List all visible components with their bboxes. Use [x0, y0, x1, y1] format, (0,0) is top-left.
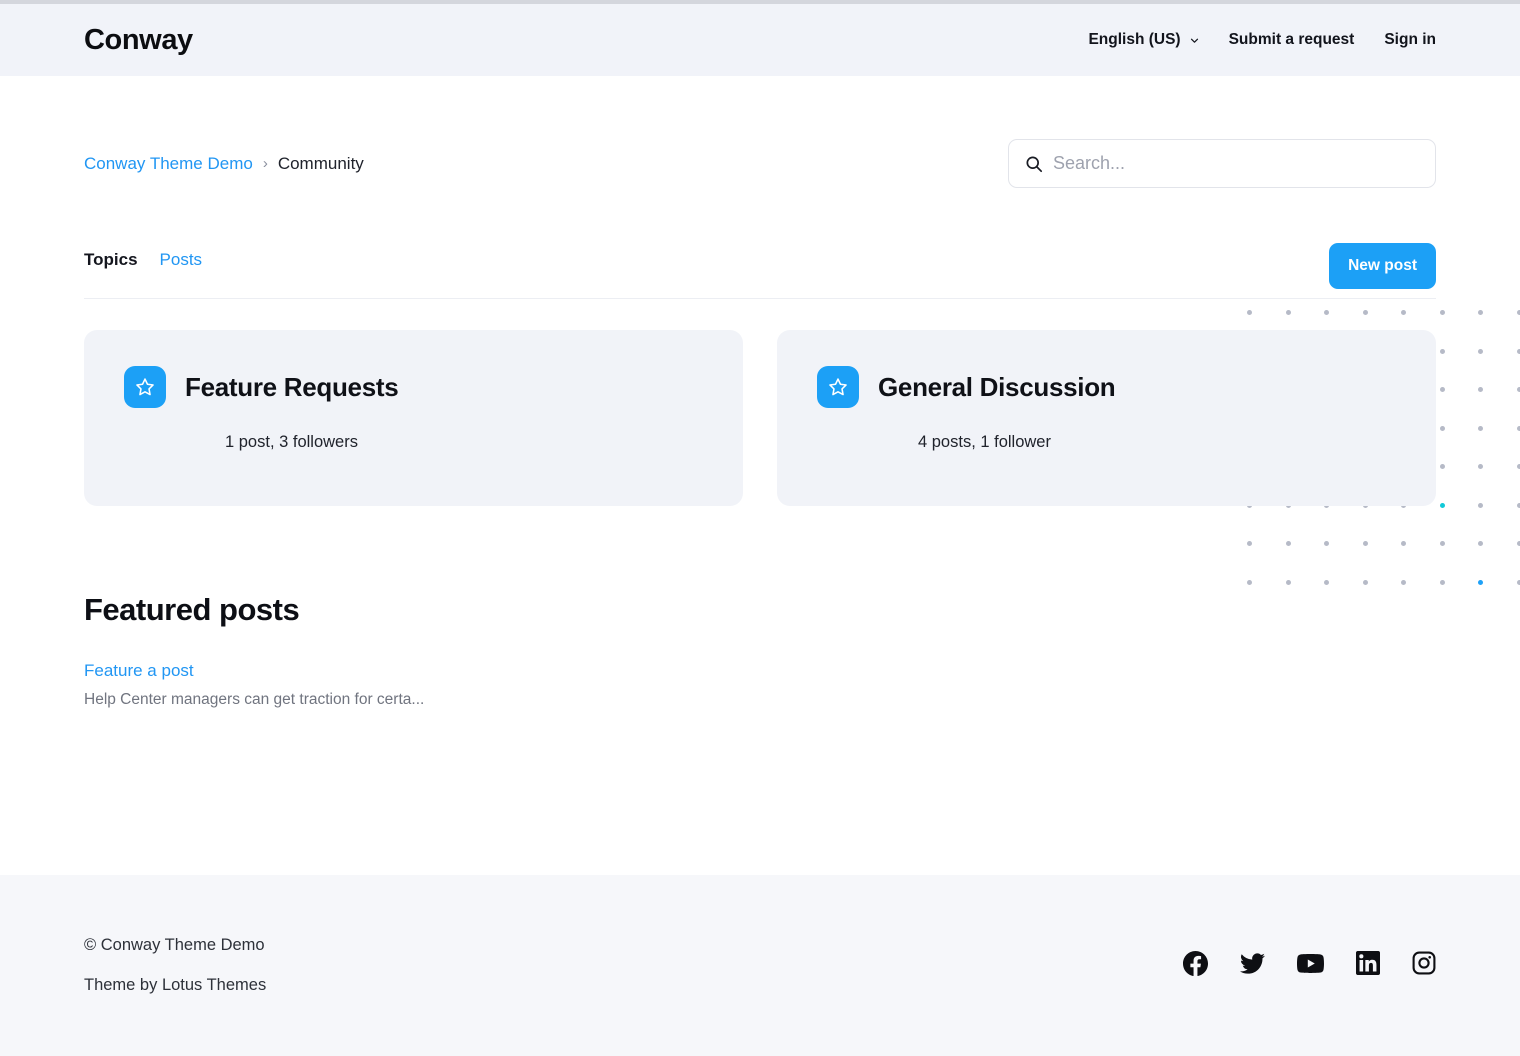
star-icon	[124, 366, 166, 408]
site-footer: © Conway Theme Demo Theme by Lotus Theme…	[0, 875, 1520, 1056]
sign-in-link[interactable]: Sign in	[1384, 31, 1436, 49]
breadcrumb-current: Community	[277, 153, 364, 173]
featured-posts-list: Feature a post Help Center managers can …	[84, 661, 1436, 709]
featured-post-item: Feature a post Help Center managers can …	[84, 661, 1436, 709]
site-header: Conway English (US) Submit a request Sig…	[0, 4, 1520, 76]
tab-topics[interactable]: Topics	[84, 250, 138, 270]
topic-title: General Discussion	[878, 371, 1116, 402]
topic-header: General Discussion	[817, 366, 1396, 408]
footer-left: © Conway Theme Demo Theme by Lotus Theme…	[84, 936, 266, 995]
featured-posts-heading: Featured posts	[84, 592, 300, 627]
submit-request-link[interactable]: Submit a request	[1229, 31, 1355, 49]
linkedin-icon[interactable]	[1356, 951, 1380, 980]
tab-posts[interactable]: Posts	[160, 250, 203, 270]
header-nav: English (US) Submit a request Sign in	[1088, 31, 1436, 49]
topic-meta: 4 posts, 1 follower	[918, 433, 1051, 451]
facebook-icon[interactable]	[1183, 950, 1208, 981]
topic-card-feature-requests[interactable]: Feature Requests 1 post, 3 followers	[84, 330, 743, 506]
language-label: English (US)	[1088, 31, 1181, 48]
search-icon	[1025, 155, 1043, 173]
topic-meta: 1 post, 3 followers	[225, 433, 358, 451]
featured-post-excerpt: Help Center managers can get traction fo…	[84, 691, 425, 708]
instagram-icon[interactable]	[1412, 951, 1436, 980]
page-body: Conway Theme Demo › Community Topics Pos…	[0, 76, 1520, 875]
new-post-button[interactable]: New post	[1329, 243, 1436, 289]
topic-grid: Feature Requests 1 post, 3 followers Gen…	[84, 330, 1436, 506]
star-icon	[817, 366, 859, 408]
breadcrumb: Conway Theme Demo › Community	[84, 154, 364, 174]
site-logo[interactable]: Conway	[84, 24, 193, 57]
featured-post-link[interactable]: Feature a post	[84, 661, 1436, 681]
tab-list: Topics Posts	[84, 250, 202, 270]
breadcrumb-separator-icon: ›	[262, 155, 268, 172]
language-selector[interactable]: English (US)	[1088, 31, 1198, 49]
topic-header: Feature Requests	[124, 366, 703, 408]
topic-title: Feature Requests	[185, 371, 399, 402]
footer-theme-credit-link[interactable]: Theme by Lotus Themes	[84, 976, 266, 995]
twitter-icon[interactable]	[1240, 951, 1265, 981]
content-container: Conway Theme Demo › Community Topics Pos…	[0, 76, 1520, 709]
breadcrumb-root-link[interactable]: Conway Theme Demo	[84, 154, 253, 174]
topics-posts-tabs-row: Topics Posts New post	[84, 243, 1436, 299]
youtube-icon[interactable]	[1297, 950, 1324, 982]
footer-copyright: © Conway Theme Demo	[84, 936, 265, 954]
breadcrumb-search-row: Conway Theme Demo › Community	[84, 76, 1436, 188]
footer-social-links	[1183, 950, 1436, 982]
search-input[interactable]	[1053, 153, 1419, 174]
chevron-down-icon	[1190, 36, 1199, 45]
search-box[interactable]	[1008, 139, 1436, 188]
topic-card-general-discussion[interactable]: General Discussion 4 posts, 1 follower	[777, 330, 1436, 506]
